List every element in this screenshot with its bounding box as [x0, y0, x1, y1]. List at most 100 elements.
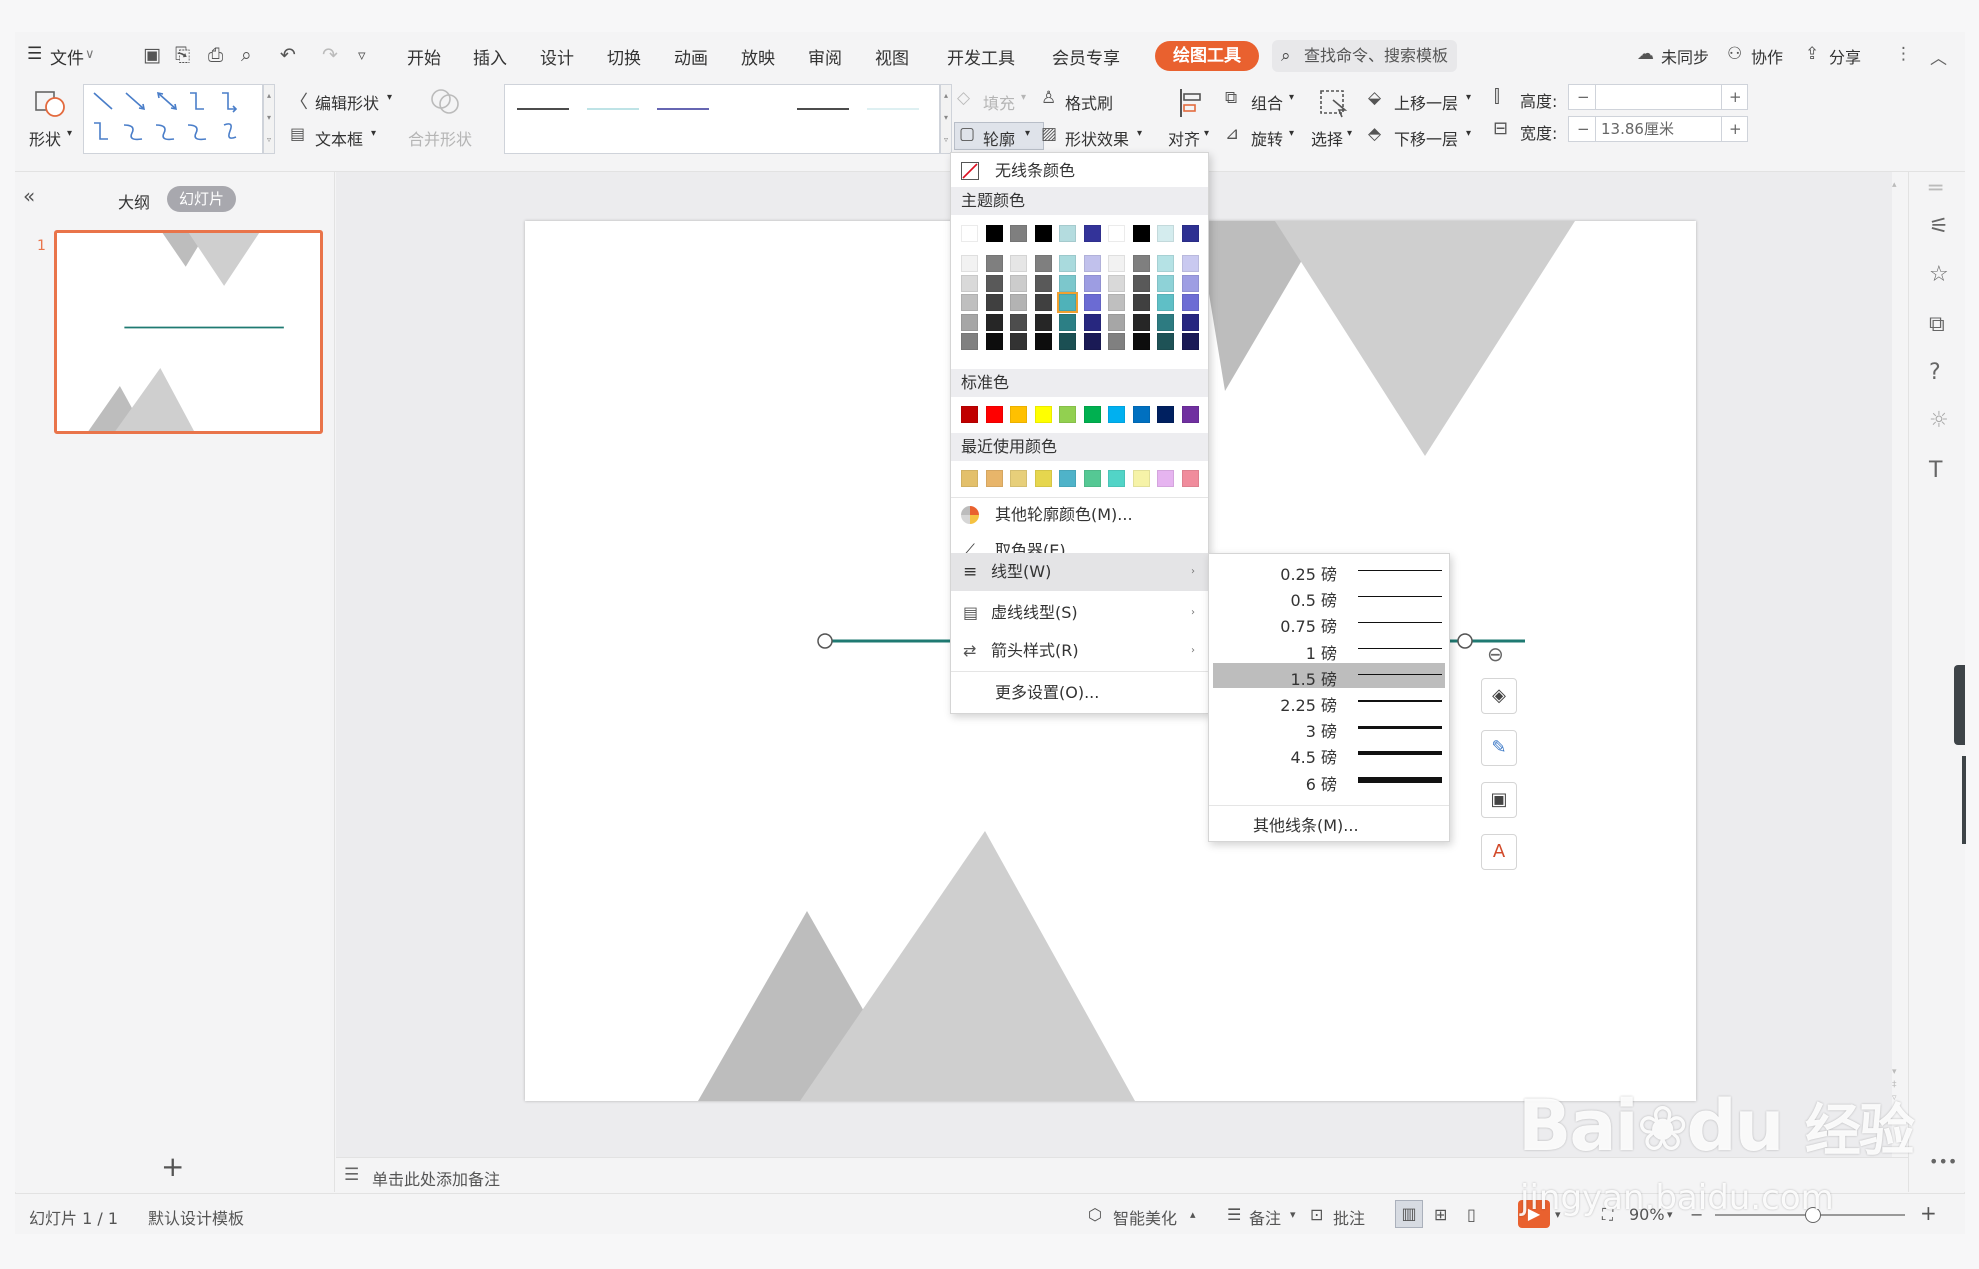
save-icon[interactable]: ▣	[143, 44, 161, 66]
align-icon[interactable]	[1175, 86, 1209, 120]
theme-color-swatch[interactable]	[961, 294, 978, 311]
theme-color-swatch[interactable]	[1034, 274, 1052, 292]
theme-color-swatch[interactable]	[1132, 225, 1150, 242]
theme-color-swatch[interactable]	[1034, 294, 1052, 311]
theme-color-swatch[interactable]	[985, 294, 1003, 311]
clipboard-icon[interactable]: ⎘	[175, 44, 190, 66]
standard-color-swatch[interactable]	[961, 406, 978, 423]
recent-color-swatch[interactable]	[1083, 470, 1101, 487]
theme-color-swatch[interactable]	[1010, 313, 1027, 331]
edit-shape-dropdown-icon[interactable]: ▾	[387, 92, 392, 103]
standard-color-swatch[interactable]	[1083, 406, 1101, 423]
triangle-bottom-right[interactable]	[800, 831, 1135, 1101]
outline-style-button[interactable]: ▣	[1481, 782, 1517, 818]
comments-button[interactable]: 批注	[1333, 1205, 1365, 1229]
tab-design[interactable]: 设计	[540, 44, 574, 69]
send-backward-button[interactable]: 下移一层	[1394, 126, 1458, 150]
theme-color-swatch[interactable]	[1057, 292, 1078, 313]
align-button[interactable]: 对齐	[1168, 126, 1200, 150]
standard-color-swatch[interactable]	[1157, 406, 1174, 423]
width-value[interactable]: 13.86厘米	[1601, 117, 1674, 141]
recent-color-swatch[interactable]	[1010, 470, 1027, 487]
tab-slides[interactable]: 幻灯片	[167, 186, 237, 212]
standard-color-swatch[interactable]	[1010, 406, 1027, 423]
edit-shape-button[interactable]: 编辑形状	[315, 90, 379, 114]
theme-color-swatch[interactable]	[1034, 313, 1052, 331]
line-weight-option[interactable]: 1.5 磅	[1213, 662, 1445, 689]
reading-view-icon[interactable]: ▯	[1467, 1205, 1476, 1224]
standard-color-swatch[interactable]	[1034, 406, 1052, 423]
theme-color-swatch[interactable]	[1108, 225, 1125, 242]
line-end-handle[interactable]	[1457, 633, 1473, 649]
collaborate-icon[interactable]: ⚇	[1727, 44, 1742, 64]
add-slide-button[interactable]: +	[161, 1150, 184, 1183]
theme-color-swatch[interactable]	[1010, 333, 1027, 350]
more-icon[interactable]: •••	[1929, 1152, 1957, 1171]
cloud-sync-icon[interactable]: ☁	[1637, 44, 1654, 64]
shape-button[interactable]: 形状	[29, 126, 61, 150]
search-box[interactable]: ⌕ 查找命令、搜索模板	[1272, 40, 1457, 72]
beautify-dropdown-icon[interactable]: ▴	[1190, 1208, 1196, 1221]
bring-forward-button[interactable]: 上移一层	[1394, 90, 1458, 114]
theme-color-swatch[interactable]	[1010, 274, 1027, 292]
theme-color-swatch[interactable]	[1010, 225, 1027, 242]
tab-transition[interactable]: 切换	[607, 44, 641, 69]
slide-thumbnail[interactable]	[54, 230, 323, 434]
recent-color-swatch[interactable]	[1034, 470, 1052, 487]
width-field[interactable]: − 13.86厘米 +	[1568, 116, 1748, 142]
standard-color-swatch[interactable]	[1132, 406, 1150, 423]
tab-insert[interactable]: 插入	[473, 44, 507, 69]
theme-color-swatch[interactable]	[1181, 313, 1199, 331]
theme-color-swatch[interactable]	[1181, 294, 1199, 311]
line-weight-option[interactable]: 0.5 磅	[1213, 584, 1445, 610]
format-painter-icon[interactable]: ♙	[1041, 88, 1056, 108]
theme-color-swatch[interactable]	[1059, 333, 1076, 350]
properties-icon[interactable]: ⚟	[1929, 214, 1949, 239]
theme-color-swatch[interactable]	[1059, 274, 1076, 292]
shape-gallery[interactable]	[83, 84, 263, 154]
theme-color-swatch[interactable]	[961, 255, 978, 272]
comments-icon[interactable]: ⊡	[1310, 1205, 1323, 1224]
arrow-style-item[interactable]: ⇄ 箭头样式(R) ›	[951, 635, 1208, 667]
layers-button[interactable]: ◈	[1481, 678, 1517, 714]
recent-color-swatch[interactable]	[961, 470, 978, 487]
theme-color-swatch[interactable]	[1108, 294, 1125, 311]
transition-icon[interactable]: ⧉	[1929, 312, 1945, 337]
file-menu[interactable]: 文件	[50, 44, 84, 69]
brush-button[interactable]: ✎	[1481, 730, 1517, 766]
shape-dropdown-icon[interactable]: ▾	[67, 128, 72, 139]
beautify-button[interactable]: 智能美化	[1113, 1205, 1177, 1229]
more-colors-item[interactable]: 其他轮廓颜色(M)...	[951, 499, 1208, 531]
collapse-panel-icon[interactable]: «	[23, 184, 35, 208]
tab-animation[interactable]: 动画	[674, 44, 708, 69]
theme-color-swatch[interactable]	[1181, 274, 1199, 292]
notes-toggle-icon[interactable]: ☰	[1227, 1205, 1241, 1224]
shape-effect-button[interactable]: 形状效果	[1065, 126, 1129, 150]
select-icon[interactable]	[1317, 86, 1351, 120]
theme-color-swatch[interactable]	[1059, 225, 1076, 242]
theme-color-swatch[interactable]	[1132, 274, 1150, 292]
theme-color-swatch[interactable]	[1010, 294, 1027, 311]
recent-color-swatch[interactable]	[985, 470, 1003, 487]
theme-color-swatch[interactable]	[1157, 333, 1174, 350]
dash-type-item[interactable]: ▤ 虚线线型(S) ›	[951, 597, 1208, 629]
line-start-handle[interactable]	[817, 633, 833, 649]
group-button[interactable]: 组合	[1251, 90, 1283, 114]
standard-color-swatch[interactable]	[985, 406, 1003, 423]
theme-color-swatch[interactable]	[1181, 225, 1199, 242]
line-style-gallery[interactable]	[504, 84, 940, 154]
tab-developer[interactable]: 开发工具	[947, 44, 1015, 69]
text-icon[interactable]: T	[1929, 458, 1942, 483]
select-dropdown-icon[interactable]: ▾	[1347, 128, 1352, 139]
tab-drawing-tools[interactable]: 绘图工具	[1155, 41, 1259, 71]
theme-color-swatch[interactable]	[985, 255, 1003, 272]
width-decrement[interactable]: −	[1577, 117, 1590, 141]
line-weight-option[interactable]: 3 磅	[1213, 715, 1445, 741]
theme-color-swatch[interactable]	[1059, 313, 1076, 331]
line-weight-option[interactable]: 4.5 磅	[1213, 741, 1445, 767]
notes-toggle[interactable]: 备注	[1249, 1205, 1281, 1229]
textbox-icon[interactable]: ▤	[290, 124, 305, 143]
vertical-scrollbar[interactable]: ▴ ▾ ‡ ▿	[1890, 180, 1902, 1160]
side-handle-top[interactable]	[1954, 665, 1965, 745]
theme-color-swatch[interactable]	[1157, 313, 1174, 331]
